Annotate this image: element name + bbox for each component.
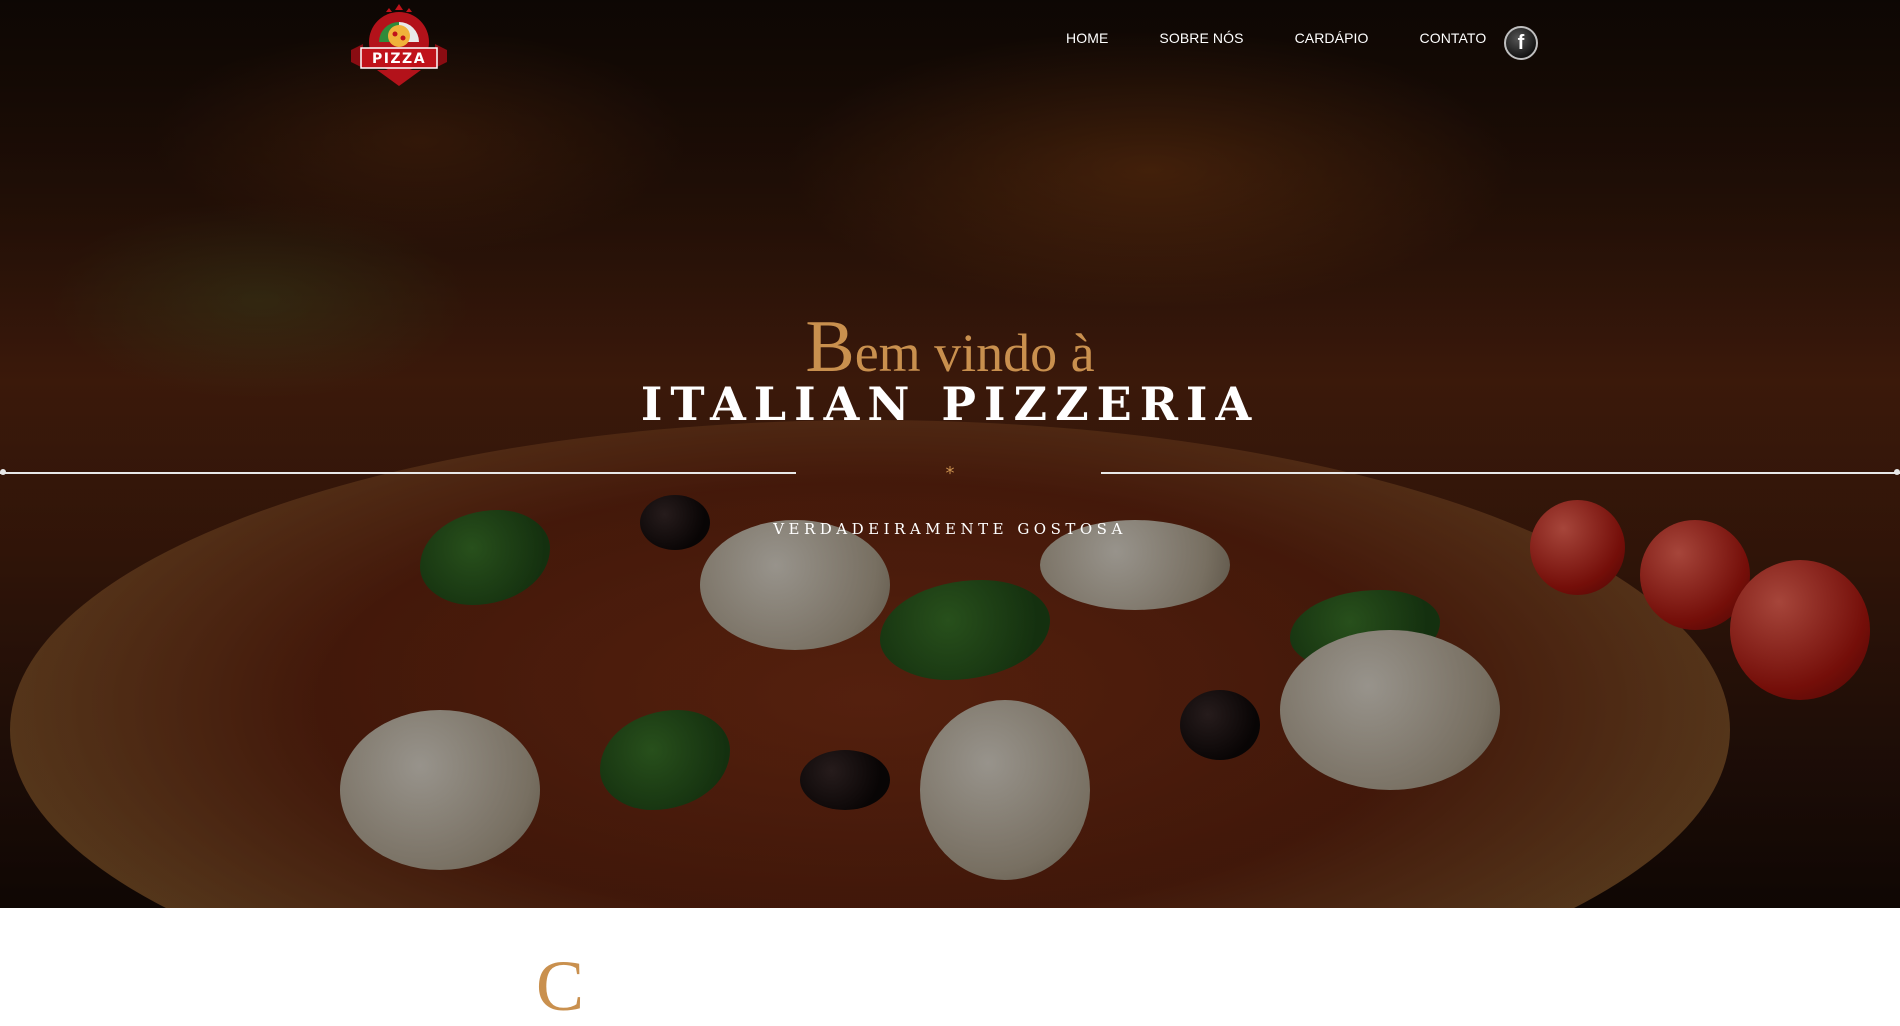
divider-line-left xyxy=(0,472,796,474)
brand-title: ITALIAN PIZZERIA xyxy=(640,377,1260,431)
nav-contato[interactable]: CONTATO xyxy=(1420,30,1487,46)
welcome-rest: em vindo à xyxy=(854,323,1095,383)
welcome-initial: B xyxy=(805,306,855,388)
hero-dark-overlay xyxy=(0,0,1900,908)
hero-banner: PIZZA HOME SOBRE NÓS CARDÁPIO CONTATO f … xyxy=(0,0,1900,908)
logo-text: PIZZA xyxy=(372,51,426,67)
main-nav: HOME SOBRE NÓS CARDÁPIO CONTATO xyxy=(1066,30,1537,46)
welcome-heading: Bem vindo à xyxy=(0,310,1900,384)
facebook-icon[interactable]: f xyxy=(1504,26,1538,60)
next-section-heading: C xyxy=(536,946,585,1026)
divider-end-dot xyxy=(1894,469,1900,475)
divider-star-icon: * xyxy=(945,463,955,484)
divider-line-right xyxy=(1101,472,1900,474)
divider-end-dot xyxy=(0,469,6,475)
pizza-logo[interactable]: PIZZA xyxy=(347,2,451,90)
nav-sobre-nos[interactable]: SOBRE NÓS xyxy=(1159,30,1243,46)
nav-home[interactable]: HOME xyxy=(1066,30,1108,46)
hero-tagline: VERDADEIRAMENTE GOSTOSA xyxy=(773,520,1127,538)
nav-cardapio[interactable]: CARDÁPIO xyxy=(1295,30,1369,46)
